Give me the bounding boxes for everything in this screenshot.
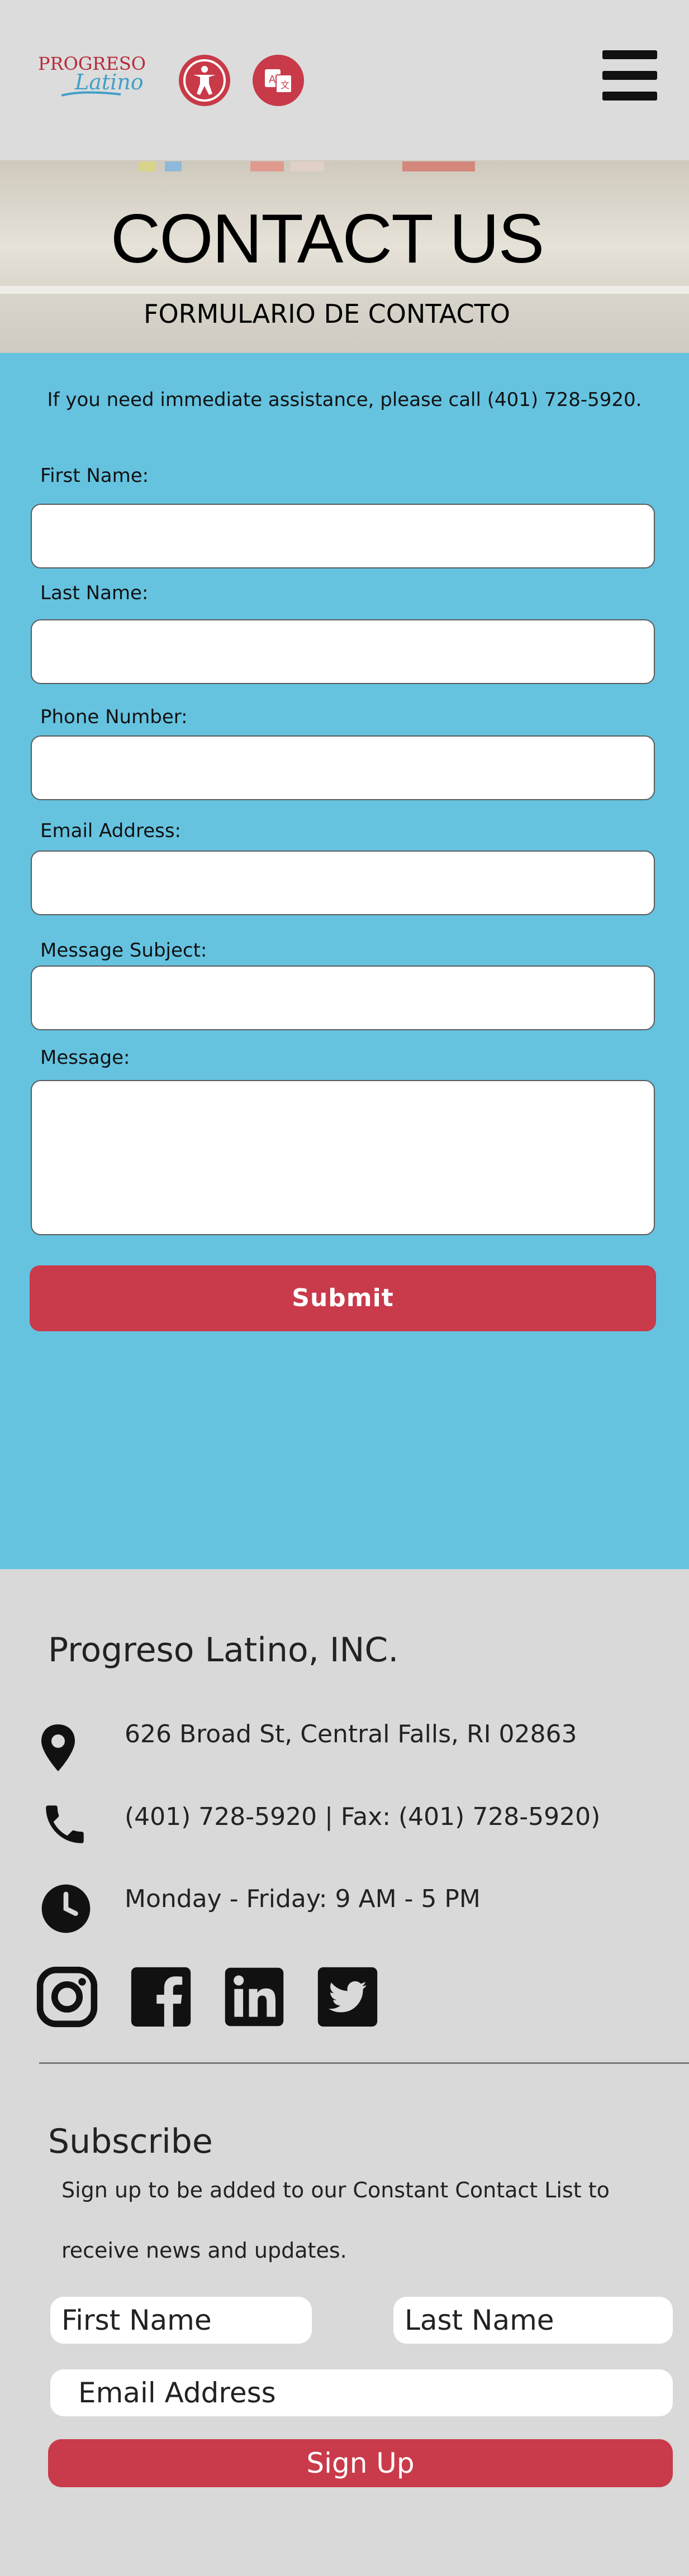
assistance-text: If you need immediate assistance, please…	[47, 389, 642, 411]
hamburger-menu-icon	[602, 50, 657, 59]
email-address-input[interactable]	[31, 850, 655, 915]
svg-text:A: A	[269, 74, 276, 85]
banner-decoration	[139, 161, 155, 171]
subscribe-text-line1: Sign up to be added to our Constant Cont…	[61, 2178, 610, 2202]
subscribe-last-name-input[interactable]: Last Name	[393, 2297, 673, 2344]
phone-number-label: Phone Number:	[40, 706, 188, 728]
instagram-icon[interactable]	[34, 1965, 101, 2029]
site-header: PROGRESO Latino A 文	[0, 0, 689, 160]
message-label: Message:	[40, 1046, 130, 1069]
clock-icon	[41, 1884, 91, 1933]
translate-icon: A 文	[265, 69, 292, 93]
hours-text: Monday - Friday: 9 AM - 5 PM	[125, 1885, 481, 1913]
translate-button[interactable]: A 文	[253, 55, 304, 106]
facebook-icon[interactable]	[129, 1965, 193, 2029]
twitter-icon[interactable]	[315, 1965, 380, 2029]
subscribe-email-input[interactable]: Email Address	[50, 2369, 673, 2416]
last-name-label: Last Name:	[40, 582, 149, 604]
banner-shelf	[0, 286, 689, 294]
company-name: Progreso Latino, INC.	[48, 1631, 399, 1670]
subscribe-first-name-input[interactable]: First Name	[50, 2297, 312, 2344]
hamburger-line	[602, 71, 657, 80]
accessibility-icon	[183, 59, 226, 102]
banner-decoration	[402, 161, 475, 171]
message-subject-label: Message Subject:	[40, 939, 207, 962]
svg-text:文: 文	[281, 80, 289, 90]
hero-banner: CONTACT US FORMULARIO DE CONTACTO	[0, 160, 689, 353]
address-text: 626 Broad St, Central Falls, RI 02863	[125, 1720, 577, 1748]
page-subtitle: FORMULARIO DE CONTACTO	[144, 299, 510, 329]
contact-form: If you need immediate assistance, please…	[0, 353, 689, 1569]
hamburger-menu-button[interactable]	[602, 50, 657, 101]
location-pin-icon	[41, 1724, 75, 1771]
sign-up-button[interactable]: Sign Up	[48, 2439, 673, 2487]
message-subject-input[interactable]	[31, 966, 655, 1030]
accessibility-button[interactable]	[179, 55, 230, 106]
first-name-label: First Name:	[40, 465, 149, 487]
footer-divider	[39, 2062, 689, 2064]
linkedin-icon[interactable]	[222, 1965, 286, 2029]
logo-swoosh	[61, 91, 121, 97]
first-name-input[interactable]	[31, 504, 655, 568]
phone-number-input[interactable]	[31, 735, 655, 800]
email-address-label: Email Address:	[40, 820, 181, 842]
subscribe-text-line2: receive news and updates.	[61, 2238, 347, 2263]
phone-fax-text: (401) 728-5920 | Fax: (401) 728-5920)	[125, 1803, 601, 1831]
phone-icon	[46, 1805, 84, 1843]
last-name-input[interactable]	[31, 619, 655, 684]
message-textarea[interactable]	[31, 1080, 655, 1235]
page-title: CONTACT US	[110, 200, 545, 278]
banner-decoration	[165, 161, 182, 171]
submit-button[interactable]: Submit	[30, 1265, 656, 1331]
hamburger-line	[602, 92, 657, 101]
banner-decoration	[291, 161, 324, 171]
banner-decoration	[250, 161, 284, 171]
site-footer: Progreso Latino, INC. 626 Broad St, Cent…	[0, 1569, 689, 2576]
progreso-latino-logo[interactable]: PROGRESO Latino	[38, 53, 146, 109]
subscribe-title: Subscribe	[48, 2122, 213, 2161]
